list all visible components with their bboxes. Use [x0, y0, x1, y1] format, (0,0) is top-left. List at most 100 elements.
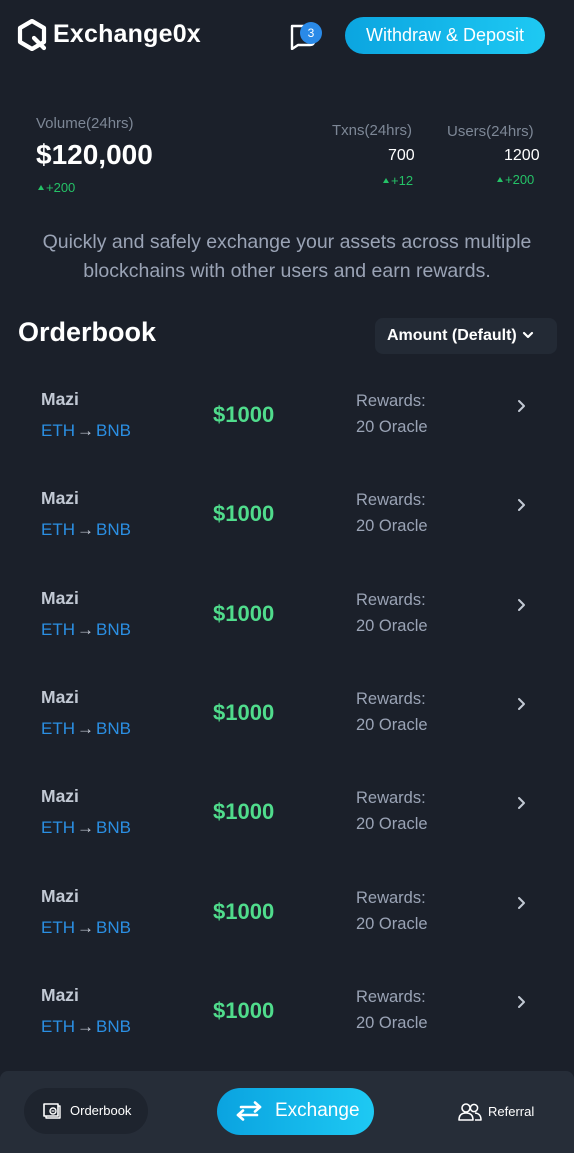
- order-user-name: Mazi: [41, 488, 79, 508]
- arrow-right-icon: →: [77, 421, 94, 440]
- up-triangle-icon: [38, 185, 44, 190]
- order-row[interactable]: Mazi ETH → BNB $1000 Rewards: 20 Oracle: [0, 679, 574, 778]
- rewards-value: 20 Oracle: [356, 1014, 428, 1032]
- order-user-name: Mazi: [41, 588, 79, 608]
- book-icon: [43, 1103, 61, 1119]
- users-delta: +200: [497, 172, 534, 187]
- order-row[interactable]: Mazi ETH → BNB $1000 Rewards: 20 Oracle: [0, 480, 574, 579]
- order-pair: ETH → BNB: [41, 918, 131, 938]
- order-user-name: Mazi: [41, 389, 79, 409]
- order-amount: $1000: [213, 700, 275, 725]
- order-pair: ETH → BNB: [41, 620, 131, 640]
- sort-label: Amount (Default): [387, 327, 517, 344]
- order-amount: $1000: [213, 998, 275, 1023]
- users-delta-value: +200: [505, 172, 535, 187]
- order-user-name: Mazi: [41, 985, 79, 1005]
- up-triangle-icon: [383, 178, 389, 183]
- order-amount: $1000: [213, 799, 275, 824]
- to-asset: BNB: [96, 719, 131, 738]
- txns-label: Txns(24hrs): [332, 122, 413, 139]
- users-label: Users(24hrs): [447, 123, 534, 140]
- order-amount: $1000: [213, 601, 275, 626]
- tagline: Quickly and safely exchange your assets …: [42, 231, 532, 282]
- volume-delta-value: +200: [46, 180, 76, 195]
- rewards-value: 20 Oracle: [356, 815, 428, 833]
- txns-delta: +12: [383, 173, 413, 188]
- arrow-right-icon: →: [77, 818, 94, 837]
- chevron-right-icon: [518, 499, 525, 511]
- users-value: 1200: [504, 147, 540, 164]
- order-amount: $1000: [213, 501, 275, 526]
- to-asset: BNB: [96, 421, 131, 440]
- users-icon: [458, 1103, 482, 1121]
- order-row[interactable]: Mazi ETH → BNB $1000 Rewards: 20 Oracle: [0, 381, 574, 480]
- to-asset: BNB: [96, 620, 131, 639]
- volume-delta: +200: [38, 180, 75, 195]
- rewards-value: 20 Oracle: [356, 517, 428, 535]
- order-pair: ETH → BNB: [41, 719, 131, 739]
- chevron-right-icon: [518, 897, 525, 909]
- nav-referral-label: Referral: [488, 1104, 535, 1119]
- volume-label: Volume(24hrs): [36, 115, 134, 132]
- chevron-right-icon: [518, 400, 525, 412]
- from-asset: ETH: [41, 520, 75, 539]
- chevron-down-icon: [522, 331, 534, 339]
- app-title: Exchange0x: [53, 20, 201, 48]
- nav-exchange-button[interactable]: Exchange: [217, 1088, 374, 1135]
- arrow-right-icon: →: [77, 918, 94, 937]
- txns-value: 700: [388, 147, 415, 164]
- order-user-name: Mazi: [41, 687, 79, 707]
- orderbook-title: Orderbook: [18, 317, 157, 347]
- order-row[interactable]: Mazi ETH → BNB $1000 Rewards: 20 Oracle: [0, 977, 574, 1076]
- app-header: Exchange0x 3 Withdraw & Deposit: [0, 0, 574, 72]
- chevron-right-icon: [518, 996, 525, 1008]
- rewards-label: Rewards:: [356, 591, 426, 609]
- rewards-label: Rewards:: [356, 491, 426, 509]
- up-triangle-icon: [497, 177, 503, 182]
- sort-dropdown[interactable]: Amount (Default): [375, 318, 557, 354]
- nav-orderbook-label: Orderbook: [70, 1103, 132, 1118]
- order-amount: $1000: [213, 402, 275, 427]
- order-pair: ETH → BNB: [41, 818, 131, 838]
- txns-delta-value: +12: [391, 173, 414, 188]
- to-asset: BNB: [96, 1017, 131, 1036]
- order-row[interactable]: Mazi ETH → BNB $1000 Rewards: 20 Oracle: [0, 580, 574, 679]
- q-logo-icon: [17, 19, 47, 51]
- from-asset: ETH: [41, 818, 75, 837]
- arrow-right-icon: →: [77, 719, 94, 738]
- order-row[interactable]: Mazi ETH → BNB $1000 Rewards: 20 Oracle: [0, 878, 574, 977]
- chevron-right-icon: [518, 797, 525, 809]
- volume-value: $120,000: [36, 139, 153, 170]
- rewards-value: 20 Oracle: [356, 716, 428, 734]
- order-amount: $1000: [213, 899, 275, 924]
- withdraw-deposit-button[interactable]: Withdraw & Deposit: [345, 17, 545, 54]
- rewards-value: 20 Oracle: [356, 418, 428, 436]
- exchange-app-screen: Exchange0x 3 Withdraw & Deposit Volume(2…: [0, 0, 574, 1153]
- chevron-right-icon: [518, 698, 525, 710]
- to-asset: BNB: [96, 520, 131, 539]
- bottom-nav: Orderbook Exchange Referral: [0, 1071, 574, 1153]
- from-asset: ETH: [41, 1017, 75, 1036]
- nav-orderbook-button[interactable]: Orderbook: [24, 1088, 148, 1134]
- order-user-name: Mazi: [41, 786, 79, 806]
- from-asset: ETH: [41, 620, 75, 639]
- notification-badge: 3: [300, 22, 322, 44]
- arrow-right-icon: →: [77, 520, 94, 539]
- rewards-label: Rewards:: [356, 690, 426, 708]
- nav-referral-button[interactable]: Referral: [458, 1101, 548, 1125]
- chevron-right-icon: [518, 599, 525, 611]
- rewards-label: Rewards:: [356, 392, 426, 410]
- order-row[interactable]: Mazi ETH → BNB $1000 Rewards: 20 Oracle: [0, 778, 574, 877]
- order-pair: ETH → BNB: [41, 520, 131, 540]
- arrow-right-icon: →: [77, 620, 94, 639]
- to-asset: BNB: [96, 918, 131, 937]
- arrow-right-icon: →: [77, 1017, 94, 1036]
- from-asset: ETH: [41, 719, 75, 738]
- swap-arrows-icon: [236, 1101, 262, 1121]
- order-user-name: Mazi: [41, 886, 79, 906]
- nav-exchange-label: Exchange: [275, 1100, 360, 1121]
- rewards-label: Rewards:: [356, 789, 426, 807]
- to-asset: BNB: [96, 818, 131, 837]
- rewards-label: Rewards:: [356, 889, 426, 907]
- order-pair: ETH → BNB: [41, 1017, 131, 1037]
